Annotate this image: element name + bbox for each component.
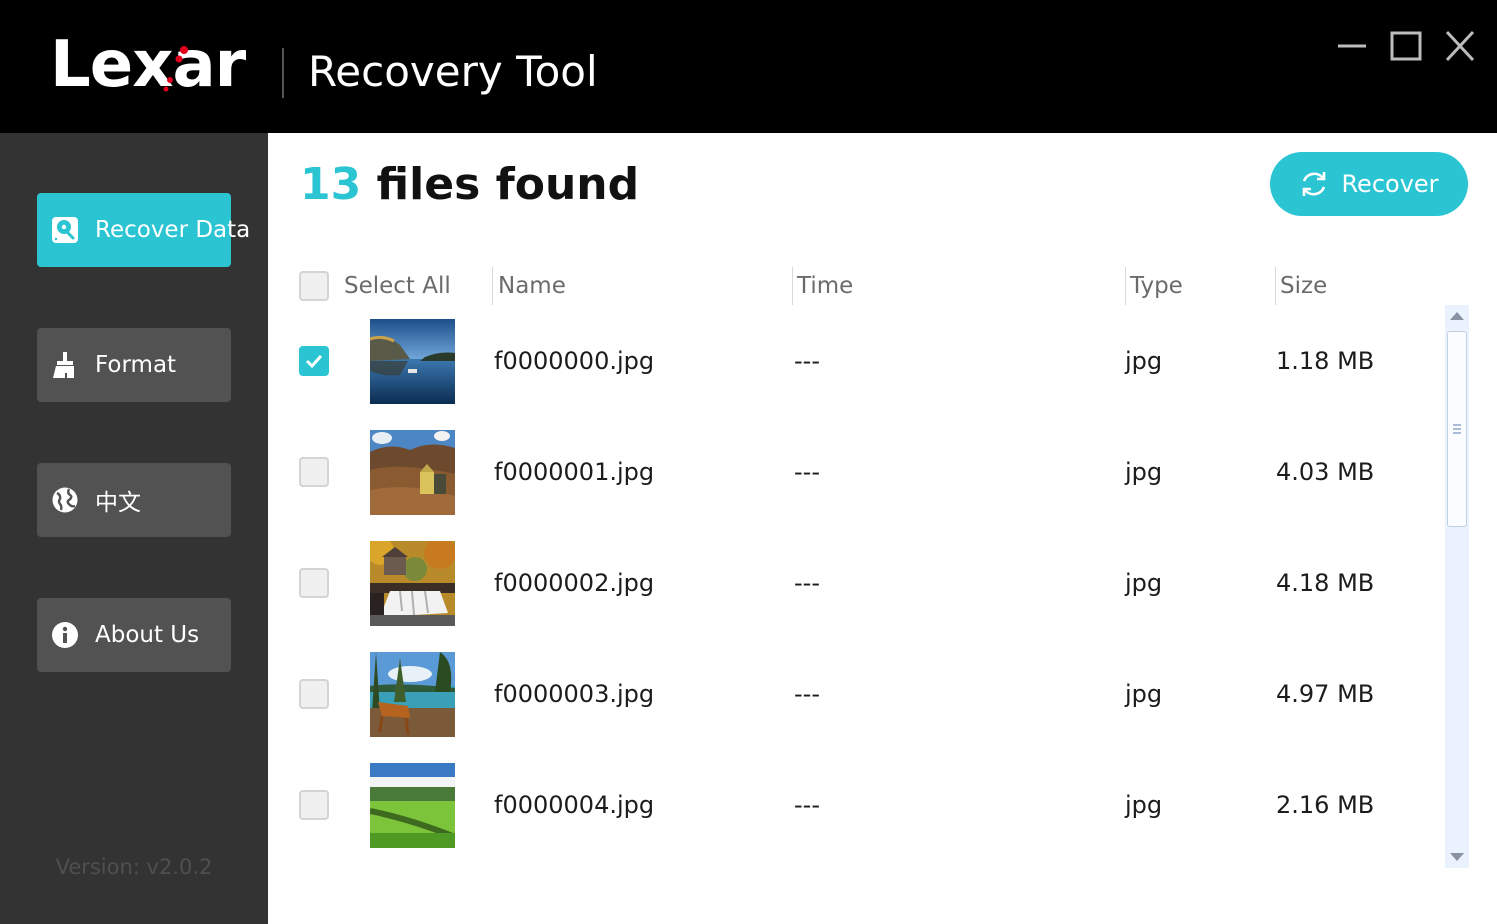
table-row[interactable]: f0000004.jpg --- jpg 2.16 MB — [268, 753, 1438, 864]
maximize-icon — [1390, 31, 1422, 61]
sidebar-item-language[interactable]: 中文 — [37, 463, 231, 537]
table-row[interactable]: f0000002.jpg --- jpg 4.18 MB — [268, 531, 1438, 642]
row-checkbox[interactable] — [299, 790, 329, 820]
column-header-size[interactable]: Size — [1280, 263, 1327, 309]
column-separator — [792, 267, 793, 305]
column-header-name[interactable]: Name — [498, 263, 566, 309]
info-icon — [51, 621, 79, 649]
version-label: Version: v2.0.2 — [55, 855, 213, 879]
lexar-logo: Lexar — [50, 28, 246, 102]
file-thumbnail — [370, 319, 455, 404]
file-name: f0000003.jpg — [494, 680, 655, 708]
scrollbar-thumb[interactable] — [1447, 331, 1467, 527]
table-row[interactable]: f0000001.jpg --- jpg 4.03 MB — [268, 420, 1438, 531]
file-thumbnail — [370, 430, 455, 515]
scroll-up-button[interactable] — [1445, 305, 1469, 327]
arrow-down-icon — [1450, 853, 1464, 861]
maximize-button[interactable] — [1386, 26, 1426, 66]
file-size: 2.16 MB — [1276, 791, 1375, 819]
sidebar-item-about-us[interactable]: About Us — [37, 598, 231, 672]
recover-button-label: Recover — [1341, 170, 1439, 198]
vertical-scrollbar[interactable] — [1445, 305, 1469, 868]
select-all-label[interactable]: Select All — [344, 263, 451, 309]
file-type: jpg — [1125, 569, 1163, 597]
file-thumbnail — [370, 763, 455, 848]
file-type: jpg — [1125, 680, 1163, 708]
files-found-count: 13 — [300, 159, 362, 210]
select-all-checkbox[interactable] — [299, 271, 329, 301]
sidebar-item-label: 中文 — [95, 490, 141, 516]
file-name: f0000004.jpg — [494, 791, 655, 819]
file-size: 4.18 MB — [1276, 569, 1375, 597]
table-row[interactable]: f0000000.jpg --- jpg 1.18 MB — [268, 309, 1438, 420]
close-icon — [1445, 30, 1475, 62]
scroll-down-button[interactable] — [1445, 846, 1469, 868]
file-name: f0000000.jpg — [494, 347, 655, 375]
logo-text: Lexar — [50, 28, 246, 102]
column-separator — [492, 267, 493, 305]
column-header-type[interactable]: Type — [1130, 263, 1183, 309]
row-checkbox[interactable] — [299, 457, 329, 487]
files-found-heading: 13 files found — [300, 157, 639, 213]
file-type: jpg — [1125, 347, 1163, 375]
grip-icon — [1453, 424, 1461, 434]
file-thumbnail — [370, 541, 455, 626]
row-checkbox[interactable] — [299, 568, 329, 598]
table-row[interactable]: f0000003.jpg --- jpg 4.97 MB — [268, 642, 1438, 753]
column-header-time[interactable]: Time — [797, 263, 853, 309]
sidebar-item-format[interactable]: Format — [37, 328, 231, 402]
title-bar: Lexar Recovery Tool — [0, 0, 1497, 133]
recover-button[interactable]: Recover — [1270, 152, 1468, 216]
app-title: Recovery Tool — [308, 47, 598, 96]
broom-icon — [51, 351, 79, 379]
file-time: --- — [794, 347, 820, 375]
file-size: 4.03 MB — [1276, 458, 1375, 486]
sidebar-item-label: Format — [95, 352, 177, 378]
files-found-label: files found — [361, 159, 640, 210]
file-list: f0000000.jpg --- jpg 1.18 MB f0000001.jp… — [268, 309, 1438, 869]
column-separator — [1275, 267, 1276, 305]
file-time: --- — [794, 458, 820, 486]
close-button[interactable] — [1440, 26, 1480, 66]
main-panel: 13 files found Recover Select All Name T… — [268, 133, 1497, 924]
file-time: --- — [794, 569, 820, 597]
file-size: 4.97 MB — [1276, 680, 1375, 708]
app-window: Lexar Recovery Tool Recover Data Format … — [0, 0, 1497, 924]
arrow-up-icon — [1450, 312, 1464, 320]
minimize-button[interactable] — [1332, 26, 1372, 66]
column-separator — [1125, 267, 1126, 305]
globe-icon — [51, 486, 79, 514]
row-checkbox[interactable] — [299, 346, 329, 376]
sidebar-item-label: About Us — [95, 622, 200, 648]
recover-disk-icon — [51, 216, 79, 244]
file-thumbnail — [370, 652, 455, 737]
file-type: jpg — [1125, 458, 1163, 486]
file-type: jpg — [1125, 791, 1163, 819]
row-checkbox[interactable] — [299, 679, 329, 709]
minimize-icon — [1338, 44, 1366, 48]
file-time: --- — [794, 680, 820, 708]
file-name: f0000001.jpg — [494, 458, 655, 486]
file-name: f0000002.jpg — [494, 569, 655, 597]
sidebar: Recover Data Format 中文 About Us Version:… — [0, 133, 268, 924]
sidebar-item-recover-data[interactable]: Recover Data — [37, 193, 250, 267]
checkmark-icon — [305, 354, 323, 369]
file-size: 1.18 MB — [1276, 347, 1375, 375]
file-time: --- — [794, 791, 820, 819]
table-header: Select All Name Time Type Size — [268, 263, 1497, 309]
header-divider — [282, 48, 284, 98]
sidebar-item-label: Recover Data — [95, 217, 251, 243]
refresh-icon — [1303, 172, 1326, 196]
